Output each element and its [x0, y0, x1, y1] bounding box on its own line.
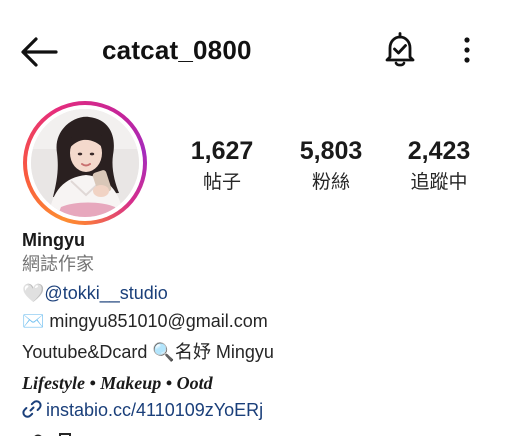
following-count: 2,423 — [407, 137, 471, 165]
avatar-photo — [31, 109, 139, 217]
following-label: 追蹤中 — [410, 172, 468, 193]
profile-screen: catcat_0800 1,627 帖子 5,803 粉絲 2,423 追蹤中 … — [0, 0, 513, 436]
more-options-button[interactable] — [456, 34, 478, 68]
white-heart-icon: 🤍 — [22, 283, 45, 303]
notifications-button[interactable] — [382, 31, 418, 69]
avatar-gap — [27, 105, 143, 221]
mention-link[interactable]: @tokki__studio — [44, 283, 167, 303]
avatar[interactable] — [23, 101, 147, 225]
bio-website-link[interactable]: instabio.cc/4110109zYoERj — [22, 398, 263, 422]
bell-check-icon — [385, 32, 415, 67]
link-icon — [22, 400, 42, 418]
followers-label: 粉絲 — [311, 172, 350, 193]
bio-youtube-line: Youtube&Dcard 🔍名妤 Mingyu — [22, 342, 274, 362]
email-text: mingyu851010@gmail.com — [44, 311, 268, 331]
posts-stat[interactable]: 1,627 帖子 — [172, 136, 272, 197]
followers-stat[interactable]: 5,803 粉絲 — [281, 136, 381, 197]
bio-email-line: ✉️ mingyu851010@gmail.com — [22, 309, 268, 333]
profile-username: catcat_0800 — [102, 35, 252, 65]
arrow-left-icon — [21, 37, 58, 67]
bottom-peek-icons — [34, 433, 71, 436]
posts-label: 帖子 — [202, 172, 241, 193]
bio-tagline: Lifestyle • Makeup • Ootd — [22, 373, 213, 393]
following-stat[interactable]: 2,423 追蹤中 — [389, 136, 489, 197]
profile-category: 網誌作家 — [22, 254, 94, 274]
followers-count: 5,803 — [299, 137, 363, 165]
back-button[interactable] — [18, 34, 60, 70]
bio-mention-line: 🤍@tokki__studio — [22, 281, 168, 305]
avatar-photo-illustration — [31, 109, 139, 217]
envelope-icon: ✉️ — [22, 311, 45, 331]
display-name: Mingyu — [22, 230, 85, 250]
posts-count: 1,627 — [190, 137, 254, 165]
website-link-text: instabio.cc/4110109zYoERj — [46, 400, 264, 420]
more-vertical-icon — [464, 37, 470, 63]
